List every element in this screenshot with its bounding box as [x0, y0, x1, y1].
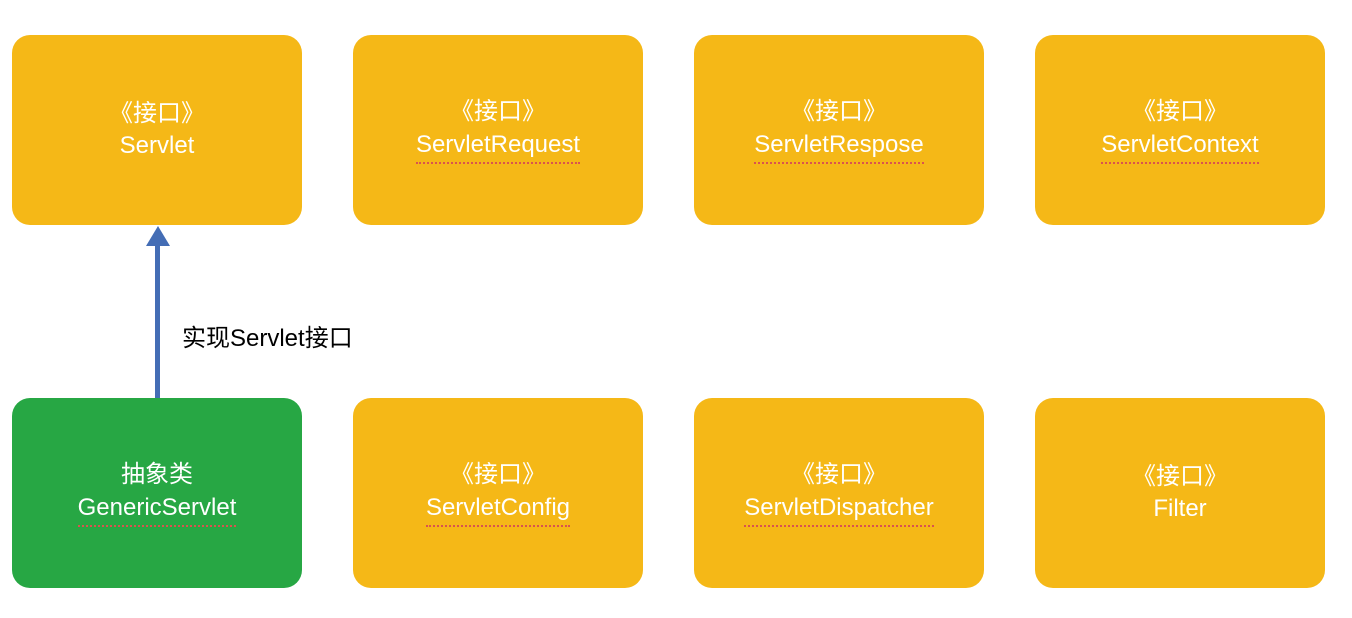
diagram-container: 《接口》 Servlet 《接口》 ServletRequest 《接口》 Se…: [0, 0, 1352, 618]
stereotype-label: 《接口》: [791, 459, 887, 491]
box-servlet-response: 《接口》 ServletRespose: [694, 35, 984, 225]
arrow-head-icon: [146, 226, 170, 246]
name-label: ServletRespose: [754, 129, 923, 164]
stereotype-label: 《接口》: [450, 96, 546, 128]
box-servlet-config: 《接口》 ServletConfig: [353, 398, 643, 588]
box-servlet: 《接口》 Servlet: [12, 35, 302, 225]
name-label: ServletConfig: [426, 492, 570, 527]
stereotype-label: 抽象类: [121, 459, 193, 491]
name-label: Servlet: [120, 130, 195, 162]
stereotype-label: 《接口》: [109, 98, 205, 130]
box-generic-servlet: 抽象类 GenericServlet: [12, 398, 302, 588]
stereotype-label: 《接口》: [1132, 96, 1228, 128]
arrow-label: 实现Servlet接口: [182, 318, 353, 353]
name-label: Filter: [1153, 493, 1206, 525]
name-label: ServletContext: [1101, 129, 1258, 164]
box-filter: 《接口》 Filter: [1035, 398, 1325, 588]
box-servlet-dispatcher: 《接口》 ServletDispatcher: [694, 398, 984, 588]
box-servlet-request: 《接口》 ServletRequest: [353, 35, 643, 225]
name-label: ServletRequest: [416, 129, 580, 164]
name-label: GenericServlet: [78, 492, 237, 527]
stereotype-label: 《接口》: [791, 96, 887, 128]
arrow-line: [155, 244, 160, 398]
name-label: ServletDispatcher: [744, 492, 933, 527]
box-servlet-context: 《接口》 ServletContext: [1035, 35, 1325, 225]
stereotype-label: 《接口》: [450, 459, 546, 491]
stereotype-label: 《接口》: [1132, 461, 1228, 493]
